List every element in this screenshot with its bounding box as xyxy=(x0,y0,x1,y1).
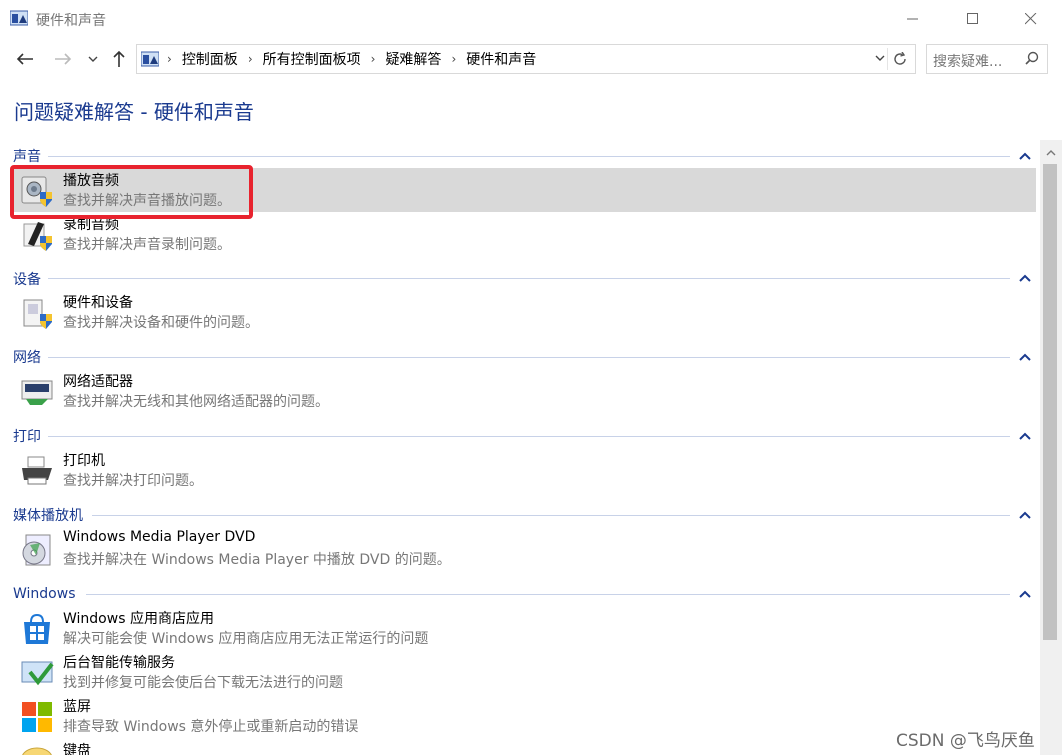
close-icon xyxy=(1025,13,1037,25)
section-header-media-player[interactable]: 媒体播放机 xyxy=(13,504,83,526)
forward-button[interactable] xyxy=(50,46,76,72)
store-icon xyxy=(24,613,50,644)
item-name[interactable]: Windows 应用商店应用 xyxy=(63,608,214,628)
minimize-icon xyxy=(907,18,918,20)
item-description: 查找并解决无线和其他网络适配器的问题。 xyxy=(63,394,329,410)
maximize-icon xyxy=(967,13,978,24)
title-bar: 硬件和声音 xyxy=(0,0,1062,38)
chevron-right-icon[interactable]: › xyxy=(244,52,257,66)
section-header-sound[interactable]: 声音 xyxy=(13,145,41,167)
item-description: 解决可能会使 Windows 应用商店应用无法正常运行的问题 xyxy=(63,631,429,647)
item-name[interactable]: 蓝屏 xyxy=(63,696,91,716)
microphone-shield-icon xyxy=(23,222,52,251)
window-title: 硬件和声音 xyxy=(36,13,106,29)
watermark: CSDN @飞鸟厌鱼 xyxy=(896,731,1035,751)
list-item-wmp-dvd[interactable]: Windows Media Player DVD 查找并解决在 Windows … xyxy=(14,527,1036,571)
page-title: 问题疑难解答 - 硬件和声音 xyxy=(14,100,254,124)
list-item-hardware-devices[interactable]: 硬件和设备 查找并解决设备和硬件的问题。 xyxy=(14,290,1036,334)
collapse-chevron-icon[interactable] xyxy=(1018,429,1032,443)
item-name[interactable]: 键盘 xyxy=(63,740,91,755)
printer-icon xyxy=(22,456,52,485)
crumb-troubleshooting[interactable]: 疑难解答 xyxy=(379,49,447,69)
list-item-bits[interactable]: 后台智能传输服务 找到并修复可能会使后台下载无法进行的问题 xyxy=(14,650,1036,694)
search-icon[interactable] xyxy=(1025,51,1039,69)
refresh-button[interactable] xyxy=(887,48,911,70)
chevron-right-icon[interactable]: › xyxy=(163,52,176,66)
list-item-store-apps[interactable]: Windows 应用商店应用 解决可能会使 Windows 应用商店应用无法正常… xyxy=(14,606,1036,650)
section-divider xyxy=(48,156,1010,157)
bits-icon xyxy=(21,661,54,686)
item-name[interactable]: 打印机 xyxy=(63,450,105,470)
item-description: 查找并解决设备和硬件的问题。 xyxy=(63,315,259,331)
item-description: 查找并解决打印问题。 xyxy=(63,473,203,489)
section-header-network[interactable]: 网络 xyxy=(13,346,41,368)
item-name[interactable]: 后台智能传输服务 xyxy=(63,652,175,672)
section-divider xyxy=(48,357,1010,358)
section-header-windows[interactable]: Windows xyxy=(13,583,76,605)
up-arrow-icon xyxy=(113,50,125,67)
item-description: 找到并修复可能会使后台下载无法进行的问题 xyxy=(63,675,343,691)
maximize-button[interactable] xyxy=(950,0,996,38)
scroll-up-icon[interactable] xyxy=(1041,146,1061,160)
search-placeholder: 搜索疑难... xyxy=(933,54,1003,70)
address-bar[interactable]: › 控制面板 › 所有控制面板项 › 疑难解答 › 硬件和声音 xyxy=(136,44,916,74)
collapse-chevron-icon[interactable] xyxy=(1018,587,1032,601)
windows-logo-icon xyxy=(22,702,52,732)
item-description: 查找并解决在 Windows Media Player 中播放 DVD 的问题。 xyxy=(63,552,451,568)
list-item-printer[interactable]: 打印机 查找并解决打印问题。 xyxy=(14,448,1036,492)
collapse-chevron-icon[interactable] xyxy=(1018,350,1032,364)
hardware-shield-icon xyxy=(23,299,52,329)
section-divider xyxy=(86,594,1010,595)
chevron-right-icon[interactable]: › xyxy=(367,52,380,66)
up-button[interactable] xyxy=(108,46,130,72)
search-box[interactable]: 搜索疑难... xyxy=(926,44,1048,74)
item-description: 查找并解决声音录制问题。 xyxy=(63,237,231,253)
chevron-right-icon[interactable]: › xyxy=(447,52,460,66)
close-button[interactable] xyxy=(1008,0,1054,38)
breadcrumb: › 控制面板 › 所有控制面板项 › 疑难解答 › 硬件和声音 xyxy=(163,45,542,73)
control-panel-icon xyxy=(141,51,159,67)
scrollbar-thumb[interactable] xyxy=(1043,164,1057,640)
dvd-icon xyxy=(22,534,51,566)
recent-locations-button[interactable] xyxy=(84,46,102,72)
list-item-network-adapter[interactable]: 网络适配器 查找并解决无线和其他网络适配器的问题。 xyxy=(14,369,1036,413)
list-item-keyboard[interactable]: 键盘 xyxy=(14,738,1036,755)
chevron-down-icon xyxy=(88,56,98,62)
section-divider xyxy=(92,515,1010,516)
crumb-all-items[interactable]: 所有控制面板项 xyxy=(257,49,367,69)
section-header-printing[interactable]: 打印 xyxy=(13,425,41,447)
collapse-chevron-icon[interactable] xyxy=(1018,508,1032,522)
crumb-hardware-sound[interactable]: 硬件和声音 xyxy=(460,49,542,69)
section-header-devices[interactable]: 设备 xyxy=(13,268,41,290)
item-description: 排查导致 Windows 意外停止或重新启动的错误 xyxy=(63,719,359,735)
crumb-control-panel[interactable]: 控制面板 xyxy=(176,49,244,69)
network-adapter-icon xyxy=(21,380,53,405)
keyboard-icon xyxy=(22,747,52,755)
refresh-icon xyxy=(893,52,906,65)
section-divider xyxy=(48,436,1010,437)
list-item-blue-screen[interactable]: 蓝屏 排查导致 Windows 意外停止或重新启动的错误 xyxy=(14,694,1036,738)
collapse-chevron-icon[interactable] xyxy=(1018,271,1032,285)
annotation-highlight xyxy=(10,165,253,219)
back-arrow-icon xyxy=(16,53,33,65)
item-name[interactable]: 硬件和设备 xyxy=(63,292,133,312)
section-divider xyxy=(48,278,1010,279)
address-dropdown-icon[interactable] xyxy=(875,51,885,65)
back-button[interactable] xyxy=(12,46,38,72)
item-name[interactable]: 网络适配器 xyxy=(63,371,133,391)
control-panel-icon xyxy=(10,10,28,26)
item-name[interactable]: Windows Media Player DVD xyxy=(63,529,255,545)
forward-arrow-icon xyxy=(55,53,72,65)
collapse-chevron-icon[interactable] xyxy=(1018,149,1032,163)
minimize-button[interactable] xyxy=(890,0,936,38)
